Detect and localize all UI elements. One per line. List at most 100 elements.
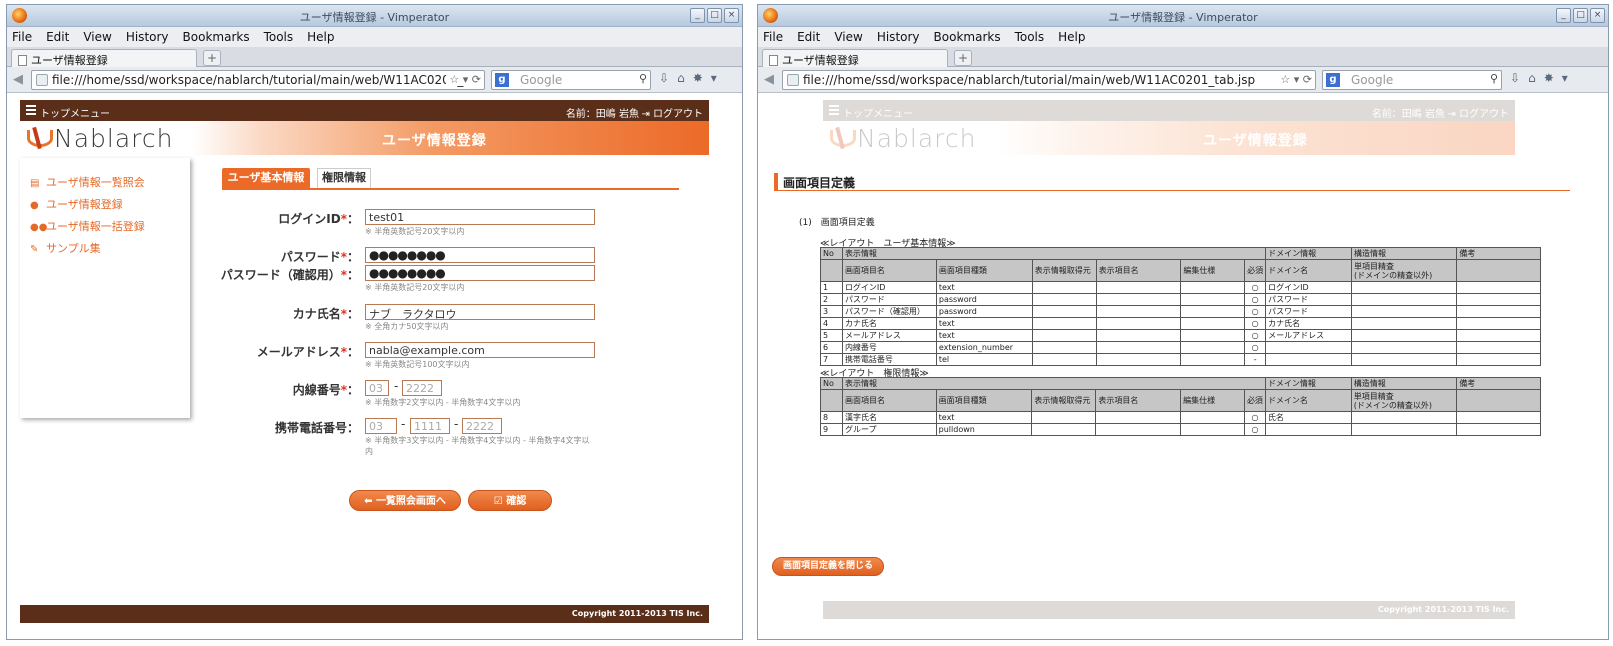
mobile-mid-input[interactable]: 1111: [410, 418, 450, 434]
table-cell: [1265, 341, 1352, 354]
menu-history[interactable]: History: [877, 30, 920, 44]
menu-tools[interactable]: Tools: [1015, 30, 1045, 44]
harp-logo-icon: [26, 127, 53, 149]
table-cell: パスワード: [1265, 293, 1352, 306]
mobile-area-input[interactable]: 03: [365, 418, 397, 434]
confirm-button[interactable]: ☑ 確認: [468, 490, 552, 511]
addon-icon[interactable]: ✸: [1544, 71, 1554, 85]
sidebar-label: ユーザ情報登録: [46, 198, 123, 211]
minimize-icon[interactable]: _: [1556, 8, 1571, 23]
menu-view[interactable]: View: [83, 30, 111, 44]
tab-permission-info[interactable]: 権限情報: [317, 168, 371, 188]
url-icons[interactable]: ☆ ▾ ⟳: [446, 73, 481, 86]
binoculars-icon[interactable]: ⚲: [639, 72, 647, 85]
table-cell: [1180, 329, 1246, 342]
menu-help[interactable]: Help: [1058, 30, 1085, 44]
menu-bookmarks[interactable]: Bookmarks: [934, 30, 1001, 44]
password-confirm-input[interactable]: ●●●●●●●●: [365, 265, 595, 281]
header-cell: No: [820, 247, 843, 260]
top-menu-link[interactable]: トップメニュー: [40, 105, 110, 120]
table-cell: ○: [1244, 293, 1267, 306]
table-cell: [1456, 353, 1541, 366]
menu-view[interactable]: View: [834, 30, 862, 44]
tab-strip: ユーザ情報登録 +: [7, 47, 742, 67]
table-cell: 漢字氏名: [841, 411, 937, 424]
binoculars-icon[interactable]: ⚲: [1490, 72, 1498, 85]
close-icon[interactable]: ×: [724, 8, 739, 23]
sidebar-item-user-list[interactable]: ▤ ユーザ情報一覧照会: [30, 174, 145, 190]
password-input[interactable]: ●●●●●●●●: [365, 247, 595, 263]
tab-title: ユーザ情報登録: [782, 54, 859, 67]
browser-tab[interactable]: ユーザ情報登録: [762, 49, 948, 67]
menu-edit[interactable]: Edit: [797, 30, 820, 44]
download-icon[interactable]: ⇩: [1510, 71, 1520, 85]
logout-icon: ⇥: [641, 109, 653, 120]
url-icons[interactable]: ☆ ▾ ⟳: [1277, 73, 1312, 86]
chevron-down-icon[interactable]: ▾: [1562, 71, 1568, 85]
app-header: Nablarch ユーザ情報登録: [823, 121, 1515, 155]
home-icon[interactable]: ⌂: [677, 71, 685, 85]
mobile-last-input[interactable]: 2222: [462, 418, 502, 434]
table-cell: [1095, 353, 1182, 366]
table-row: 5 メールアドレス text ○ メールアドレス: [820, 329, 1541, 342]
kana-name-input[interactable]: ナブ ラクタロウ: [365, 304, 595, 320]
form-tabs: ユーザ基本情報 権限情報: [222, 168, 679, 190]
new-tab-button[interactable]: +: [203, 50, 221, 66]
table-cell: [1095, 293, 1182, 306]
label-text: カナ氏名: [292, 307, 341, 321]
menu-icon[interactable]: [26, 105, 36, 115]
colon: ：: [346, 345, 359, 359]
close-definition-button[interactable]: 画面項目定義を閉じる: [772, 557, 884, 576]
sidebar-item-user-register[interactable]: ● ユーザ情報登録: [30, 196, 123, 212]
sidebar-item-samples[interactable]: ✎ サンプル集: [30, 240, 101, 256]
menu-help[interactable]: Help: [307, 30, 334, 44]
header-cell: 画面項目種類: [935, 389, 1033, 412]
menu-tools[interactable]: Tools: [264, 30, 294, 44]
table-cell: メールアドレス: [1265, 329, 1352, 342]
menu-file[interactable]: File: [763, 30, 783, 44]
minimize-icon[interactable]: _: [690, 8, 705, 23]
url-bar[interactable]: file:///home/ssd/workspace/nablarch/tuto…: [782, 70, 1316, 90]
sidebar-item-bulk-register[interactable]: ●●ユーザ情報一括登録: [30, 218, 145, 234]
table-header-row: 画面項目名 画面項目種類 表示情報取得元 表示項目名 編集仕様 必須 ドメイン名…: [820, 389, 1541, 412]
menu-history[interactable]: History: [126, 30, 169, 44]
table-cell: [1095, 329, 1182, 342]
header-cell: 表示情報取得元: [1031, 259, 1097, 282]
extension-number-input[interactable]: 2222: [402, 380, 442, 396]
search-field[interactable]: g Google ⚲: [491, 70, 651, 90]
url-bar[interactable]: file:///home/ssd/workspace/nablarch/tuto…: [31, 70, 485, 90]
table-cell: [1031, 411, 1097, 424]
table-cell: 1: [820, 281, 843, 294]
browser-tab[interactable]: ユーザ情報登録: [11, 49, 197, 67]
new-tab-button[interactable]: +: [954, 50, 972, 66]
back-icon[interactable]: ◀: [13, 72, 23, 87]
chevron-down-icon[interactable]: ▾: [711, 71, 717, 85]
email-input[interactable]: nabla@example.com: [365, 342, 595, 358]
logout-link[interactable]: ⇥ ログアウト: [641, 105, 703, 120]
login-id-input[interactable]: test01: [365, 209, 595, 225]
download-icon[interactable]: ⇩: [659, 71, 669, 85]
search-field[interactable]: g Google ⚲: [1322, 70, 1502, 90]
button-label: 確認: [506, 496, 527, 507]
back-to-list-button[interactable]: ⬅ 一覧照会画面へ: [349, 490, 461, 511]
maximize-icon[interactable]: □: [707, 8, 722, 23]
colon: ：: [346, 212, 359, 226]
extension-area-input[interactable]: 03: [365, 380, 389, 396]
table-cell: [1031, 353, 1097, 366]
tab-basic-info[interactable]: ユーザ基本情報: [222, 168, 310, 188]
home-icon[interactable]: ⌂: [1528, 71, 1536, 85]
nav-bar: ◀ file:///home/ssd/workspace/nablarch/tu…: [7, 67, 742, 93]
addon-icon[interactable]: ✸: [693, 71, 703, 85]
close-icon[interactable]: ×: [1590, 8, 1605, 23]
table-cell: [1031, 317, 1097, 330]
maximize-icon[interactable]: □: [1573, 8, 1588, 23]
table-cell: [1350, 341, 1458, 354]
back-icon[interactable]: ◀: [764, 72, 774, 87]
table-row: 9 グループ pulldown ○: [820, 423, 1541, 436]
extension-label: 内線番号*：: [293, 381, 359, 398]
menu-edit[interactable]: Edit: [46, 30, 69, 44]
menu-bookmarks[interactable]: Bookmarks: [183, 30, 250, 44]
table-cell: 2: [820, 293, 843, 306]
wrench-icon: ✎: [30, 244, 39, 255]
menu-file[interactable]: File: [12, 30, 32, 44]
